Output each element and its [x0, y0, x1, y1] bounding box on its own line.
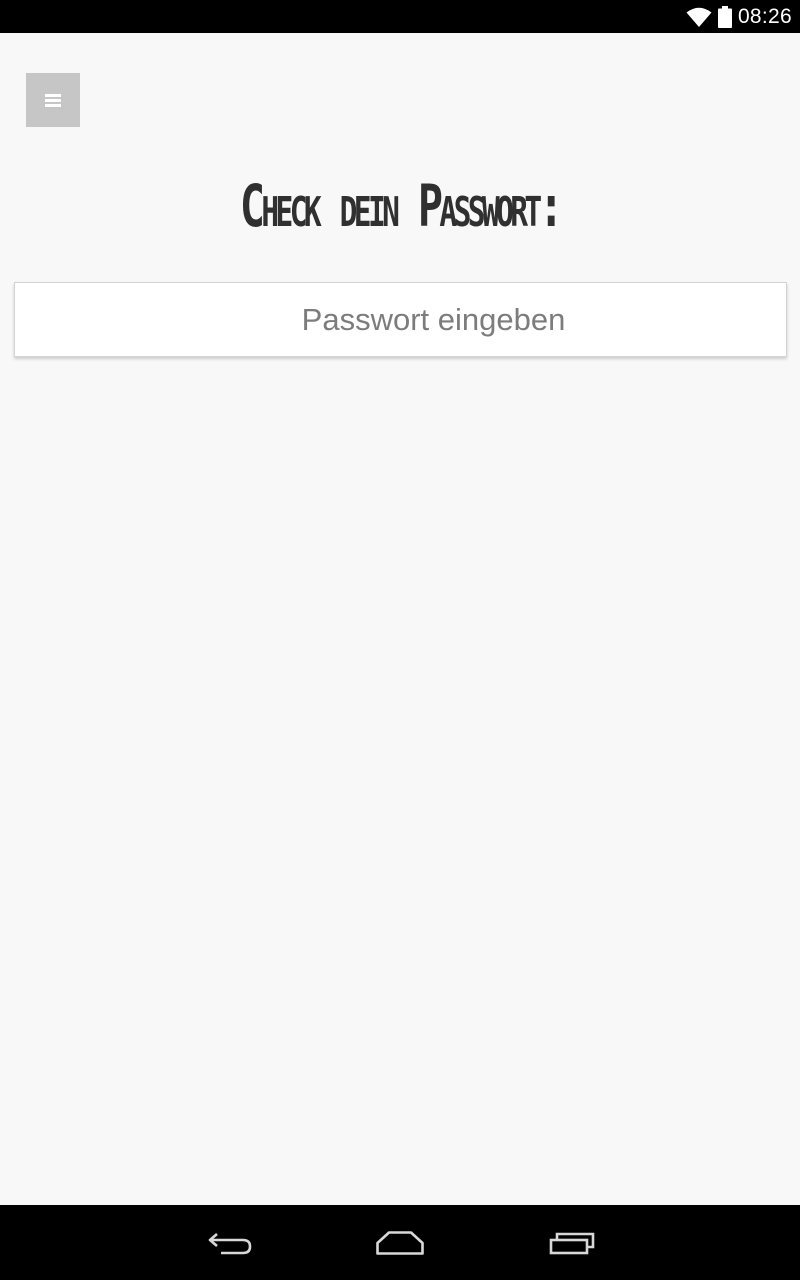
- status-time: 08:26: [737, 4, 792, 28]
- menu-button[interactable]: [26, 73, 80, 127]
- hamburger-menu-icon: [45, 93, 61, 107]
- navigation-bar: [0, 1205, 800, 1280]
- back-icon: [208, 1232, 252, 1254]
- home-button[interactable]: [340, 1205, 460, 1280]
- status-bar: 08:26: [0, 0, 800, 33]
- battery-icon: [717, 5, 732, 28]
- app-content: Check dein Passwort:: [0, 33, 800, 1205]
- password-input[interactable]: [14, 282, 787, 357]
- status-icons: 08:26: [686, 0, 792, 33]
- back-button[interactable]: [170, 1205, 290, 1280]
- home-icon: [376, 1230, 424, 1255]
- wifi-icon: [686, 7, 712, 27]
- page-title: Check dein Passwort:: [239, 172, 564, 240]
- recent-apps-button[interactable]: [512, 1205, 632, 1280]
- recent-apps-icon: [549, 1232, 595, 1254]
